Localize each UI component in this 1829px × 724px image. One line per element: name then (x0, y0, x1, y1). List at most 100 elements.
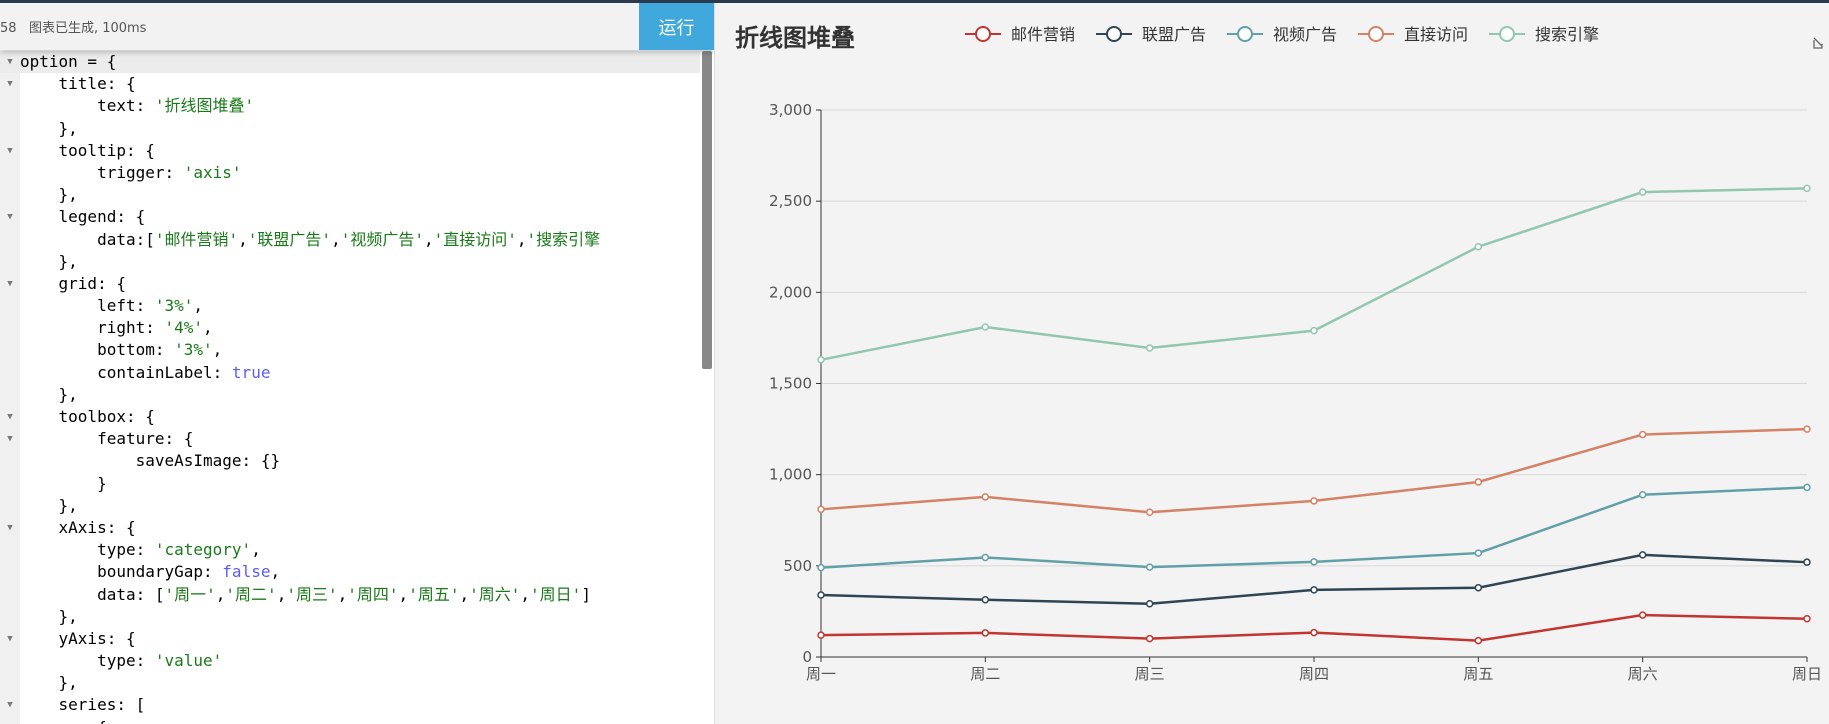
fold-arrow-icon[interactable]: ▼ (0, 517, 20, 539)
save-as-image-icon[interactable] (1813, 37, 1823, 49)
code-token: right: (20, 318, 165, 338)
fold-arrow-icon[interactable]: ▼ (0, 628, 20, 650)
data-point (817, 505, 825, 514)
legend-item[interactable]: 邮件营销 (965, 25, 1075, 44)
data-point (817, 591, 825, 599)
code-token: tooltip: { (20, 140, 155, 160)
code-line[interactable]: }, (0, 672, 700, 694)
code-line[interactable]: { (0, 717, 700, 724)
code-line[interactable]: }, (0, 495, 700, 517)
code-line[interactable]: ▼ legend: { (0, 206, 700, 228)
code-line[interactable]: ▼ yAxis: { (0, 628, 700, 650)
fold-arrow-icon[interactable]: ▼ (0, 51, 20, 73)
x-tick-label: 周五 (1463, 665, 1493, 683)
code-token: '周五' (408, 584, 460, 604)
code-line[interactable]: ▼ toolbox: { (0, 406, 700, 428)
data-point (1145, 508, 1154, 516)
legend-item[interactable]: 直接访问 (1358, 25, 1468, 44)
code-token: , (331, 229, 341, 249)
editor-scrollbar[interactable] (702, 51, 712, 369)
code-token: '3%' (154, 296, 194, 316)
code-line[interactable]: ▼ feature: { (0, 428, 700, 450)
run-button[interactable]: 运行 (639, 3, 714, 50)
code-line[interactable]: text: '折线图堆叠' (0, 95, 700, 117)
code-line[interactable]: }, (0, 184, 700, 206)
code-token: type: (20, 540, 155, 560)
data-point (981, 323, 990, 331)
code-token: '搜索引擎 (526, 229, 601, 249)
code-line[interactable]: ▼ series: [ (0, 694, 700, 716)
fold-arrow-icon[interactable]: ▼ (0, 206, 20, 228)
code-token: '视频广告' (340, 229, 424, 249)
code-token: xAxis: { (20, 517, 136, 537)
legend-item[interactable]: 搜索引擎 (1489, 25, 1599, 44)
code-token: saveAsImage: {} (20, 451, 281, 471)
data-point (1310, 558, 1318, 566)
fold-arrow-icon[interactable]: ▼ (0, 694, 20, 716)
data-point (1310, 628, 1318, 637)
legend-item[interactable]: 联盟广告 (1096, 25, 1206, 44)
code-token: , (337, 584, 348, 604)
code-line[interactable]: ▼ title: { (0, 73, 700, 95)
code-line[interactable]: trigger: 'axis' (0, 162, 700, 184)
code-token: feature: { (20, 429, 194, 449)
fold-arrow-icon[interactable]: ▼ (0, 406, 20, 428)
fold-arrow-icon[interactable]: ▼ (0, 73, 20, 95)
code-token: type: (20, 651, 155, 671)
legend-marker-icon (1106, 26, 1122, 42)
code-line[interactable]: bottom: '3%', (0, 339, 700, 361)
code-token: }, (20, 495, 78, 515)
code-token: '周三' (286, 584, 338, 604)
code-line[interactable]: }, (0, 251, 700, 273)
data-point (1474, 549, 1483, 557)
legend-item[interactable]: 视频广告 (1227, 25, 1337, 44)
code-token: false (222, 562, 271, 582)
code-token: containLabel: (20, 362, 232, 382)
fold-arrow-icon[interactable]: ▼ (0, 273, 20, 295)
code-line[interactable]: saveAsImage: {} (0, 450, 700, 472)
code-line[interactable]: }, (0, 118, 700, 140)
fold-arrow-icon[interactable]: ▼ (0, 140, 20, 162)
data-point (1310, 497, 1318, 505)
code-line[interactable]: ▼ grid: { (0, 273, 700, 295)
code-token: data:[ (20, 229, 155, 249)
chart-title: 折线图堆叠 (735, 24, 855, 52)
legend-marker-icon (1368, 26, 1384, 42)
x-tick-label: 周二 (970, 665, 1000, 683)
code-line[interactable]: left: '3%', (0, 295, 700, 317)
code-line[interactable]: right: '4%', (0, 317, 700, 339)
legend-marker-icon (975, 26, 991, 42)
code-line[interactable]: } (0, 473, 700, 495)
code-line[interactable]: ▼ tooltip: { (0, 140, 700, 162)
x-tick-label: 周日 (1792, 665, 1822, 683)
code-line[interactable]: ▼ xAxis: { (0, 517, 700, 539)
code-token: '周二' (225, 584, 277, 604)
code-line[interactable]: type: 'category', (0, 539, 700, 561)
code-line[interactable]: boundaryGap: false, (0, 561, 700, 583)
code-token: , (193, 296, 204, 316)
code-token: '周日' (530, 584, 582, 604)
data-point (1638, 188, 1647, 196)
data-point (1474, 243, 1483, 251)
data-point (1145, 600, 1154, 608)
code-line[interactable]: ▼ option = { (0, 51, 700, 74)
code-editor[interactable]: ▼ option = {▼ title: { text: '折线图堆叠' }, ▼ … (0, 51, 700, 724)
code-line[interactable]: data: ['周一','周二','周三','周四','周五','周六','周日… (0, 584, 700, 606)
code-token: 'category' (154, 540, 252, 560)
editor-toolbar: 58 图表已生成, 100ms 运行 (0, 3, 714, 50)
code-line[interactable]: data:['邮件营销','联盟广告','视频广告','直接访问','搜索引擎 (0, 229, 700, 251)
code-token: , (238, 229, 248, 249)
data-point (1310, 586, 1318, 594)
code-line[interactable]: type: 'value' (0, 650, 700, 672)
code-line[interactable]: }, (0, 606, 700, 628)
code-line[interactable]: }, (0, 384, 700, 406)
data-point (1803, 483, 1811, 492)
code-line[interactable]: containLabel: true (0, 362, 700, 384)
code-token: }, (20, 673, 78, 693)
code-token: left: (20, 296, 155, 316)
y-tick-label: 1,000 (769, 466, 812, 484)
code-token: , (459, 584, 470, 604)
fold-arrow-icon[interactable]: ▼ (0, 428, 20, 450)
code-token: '3%' (174, 340, 213, 360)
code-token: '邮件营销' (154, 229, 239, 249)
